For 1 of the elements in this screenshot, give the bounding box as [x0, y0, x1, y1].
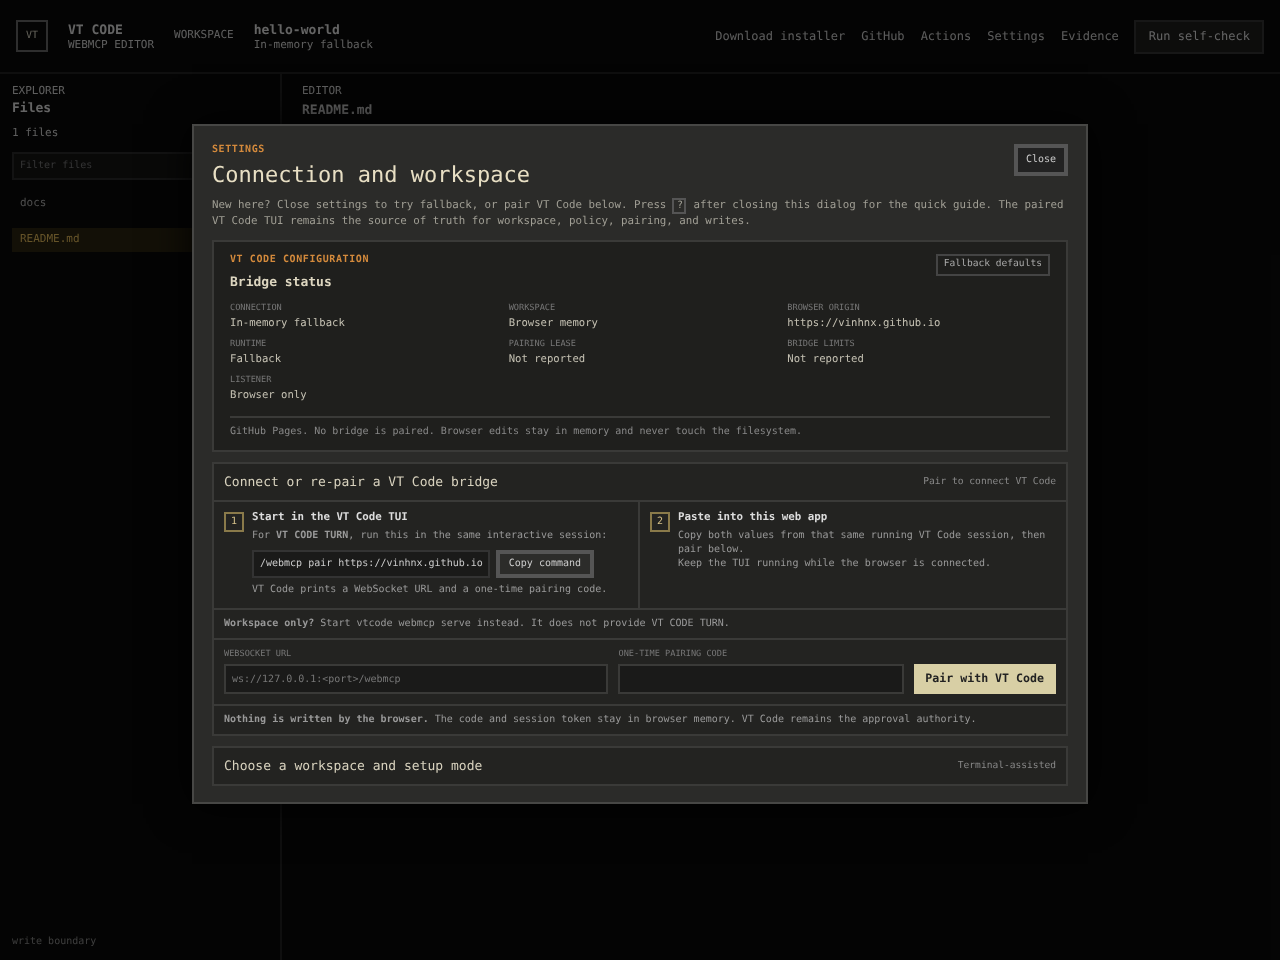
- pairing-code-field[interactable]: [618, 664, 904, 694]
